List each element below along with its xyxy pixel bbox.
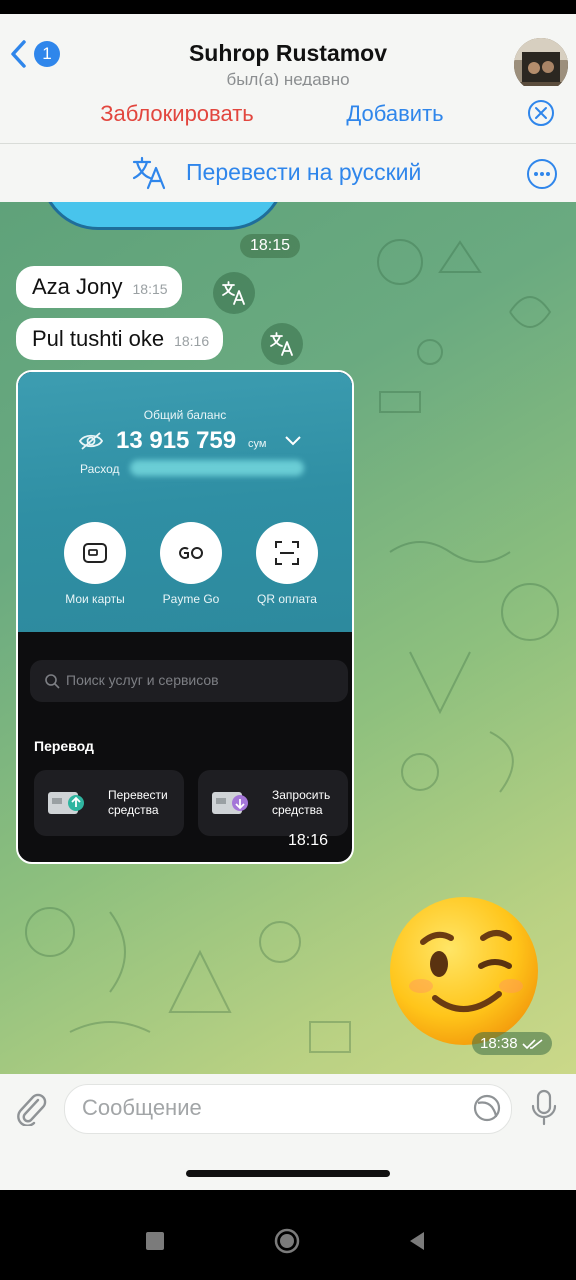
balance-label: Общий баланс: [143, 408, 227, 422]
qr-payment-button: [256, 522, 318, 584]
microphone-icon[interactable]: [530, 1089, 558, 1127]
card-icon: [83, 543, 107, 563]
composer: Сообщение: [0, 1074, 576, 1190]
back-button[interactable]: 1: [8, 36, 68, 72]
redacted-scribble: [130, 460, 304, 476]
quick-action-label: QR оплата: [257, 592, 317, 606]
date-time-divider: 18:15: [240, 234, 301, 258]
home-button[interactable]: [274, 1228, 300, 1254]
back-triangle-icon[interactable]: [406, 1230, 428, 1252]
request-money-icon: [212, 792, 248, 814]
unread-badge: 1: [34, 41, 60, 67]
search-placeholder: Поиск услуг и сервисов: [66, 672, 219, 688]
previous-sticker[interactable]: [40, 202, 286, 230]
status-bar: [0, 0, 576, 14]
message-placeholder: Сообщение: [82, 1095, 202, 1120]
search-icon: [45, 674, 60, 689]
avatar-photo: [514, 38, 568, 92]
translate-button[interactable]: Перевести на русский: [186, 159, 421, 186]
winking-face-emoji[interactable]: [387, 894, 541, 1048]
section-title: Перевод: [34, 738, 94, 754]
label-line: средства: [272, 803, 323, 817]
avatar[interactable]: [514, 38, 568, 92]
message-text: Aza Jony: [32, 274, 123, 299]
translate-icon: [270, 332, 293, 356]
screenshot-search-box: Поиск услуг и сервисов: [30, 660, 348, 702]
message-time: 18:16: [174, 333, 210, 349]
more-options-icon[interactable]: [526, 158, 558, 190]
paperclip-icon[interactable]: [14, 1090, 48, 1126]
label-line: Перевести: [108, 788, 168, 802]
block-button[interactable]: Заблокировать: [70, 101, 284, 127]
qr-scan-icon: [275, 541, 299, 565]
wallpaper-doodle: [25, 907, 351, 1053]
message-text: Pul tushti oke: [32, 326, 165, 351]
spam-action-bar: Заблокировать Добавить: [0, 86, 576, 144]
add-contact-button[interactable]: Добавить: [320, 101, 470, 127]
sticker-icon[interactable]: [472, 1093, 502, 1123]
message-time: 18:16: [288, 832, 329, 849]
go-logo-icon: [179, 547, 203, 559]
transfer-card-label: Запросить средства: [272, 788, 330, 818]
eye-hidden-icon: [78, 432, 104, 450]
incoming-message[interactable]: Aza Jony 18:15: [16, 266, 182, 308]
system-navigation-bar: [0, 1190, 576, 1280]
translate-icon[interactable]: [130, 154, 168, 192]
send-money-icon: [48, 792, 84, 814]
incoming-message[interactable]: Pul tushti oke 18:16: [16, 318, 224, 360]
message-time: 18:15: [132, 281, 168, 297]
quick-action-label: Мои карты: [65, 592, 125, 606]
chat-header: 1 Suhrop Rustamov был(а) недавно: [0, 14, 576, 92]
chat-title[interactable]: Suhrop Rustamov: [100, 40, 476, 67]
screenshot-header: Общий баланс 13 915 759 сум Расход Мои к…: [18, 372, 352, 632]
balance-amount: 13 915 759: [116, 427, 237, 454]
quick-action-label: Payme Go: [162, 592, 220, 606]
close-icon[interactable]: [527, 99, 555, 127]
expense-label: Расход: [80, 462, 120, 476]
double-check-icon: [521, 1038, 543, 1049]
my-cards-button: [64, 522, 126, 584]
currency-label: сум: [248, 438, 267, 450]
transfer-card-label: Перевести средства: [108, 788, 168, 818]
payme-go-button: [160, 522, 222, 584]
chat-area[interactable]: 18:15 Aza Jony 18:15 Pul tushti oke 18:1…: [0, 202, 576, 1074]
chevron-left-icon: [11, 40, 26, 68]
label-line: Запросить: [272, 788, 331, 802]
wallpaper-doodle: [389, 541, 559, 793]
translate-message-button[interactable]: [213, 272, 255, 314]
transfer-card: Перевести средства: [34, 770, 184, 836]
message-time: 18:38: [480, 1035, 518, 1052]
wallpaper-doodle: [377, 239, 552, 413]
label-line: средства: [108, 803, 159, 817]
sticker-time-badge: 18:38: [472, 1032, 552, 1055]
transfer-card: Запросить средства: [198, 770, 348, 836]
image-message[interactable]: Общий баланс 13 915 759 сум Расход Мои к…: [16, 370, 354, 864]
chevron-down-icon: [285, 436, 301, 446]
recent-apps-button[interactable]: [146, 1232, 164, 1250]
translate-icon: [222, 281, 245, 305]
translate-bar: Перевести на русский: [0, 144, 576, 202]
translate-message-button[interactable]: [261, 323, 303, 365]
home-indicator[interactable]: [186, 1170, 390, 1177]
